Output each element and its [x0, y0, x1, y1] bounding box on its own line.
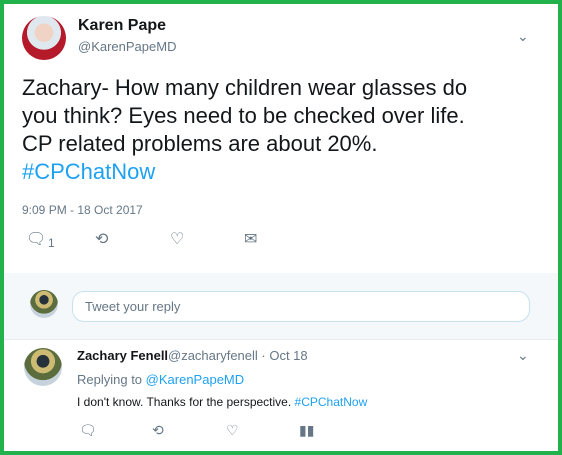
reply-input[interactable]: Tweet your reply: [72, 291, 530, 322]
reply-count: 1: [48, 236, 55, 250]
retweet-icon[interactable]: ⟲: [152, 422, 164, 439]
chevron-down-icon[interactable]: ⌄: [517, 347, 529, 364]
tweet-text-line: you think? Eyes need to be checked over …: [22, 103, 465, 128]
author-avatar[interactable]: [22, 16, 66, 60]
message-icon[interactable]: ✉: [244, 229, 257, 249]
reply-icon[interactable]: 🗨: [26, 229, 46, 249]
tweet-text-line: CP related problems are about 20%.: [22, 131, 378, 156]
reply-author-avatar[interactable]: [24, 348, 62, 386]
reply-body: I don't know. Thanks for the perspective…: [77, 395, 292, 409]
reply-author-name[interactable]: Zachary Fenell: [77, 348, 168, 363]
reply-text: I don't know. Thanks for the perspective…: [77, 395, 367, 409]
tweet-text-line: Zachary- How many children wear glasses …: [22, 75, 468, 100]
like-icon[interactable]: ♡: [170, 229, 184, 249]
chevron-down-icon[interactable]: ⌄: [517, 28, 529, 45]
reply-icon[interactable]: 🗨: [79, 422, 97, 439]
replying-prefix: Replying to: [77, 372, 143, 387]
author-handle[interactable]: @KarenPapeMD: [78, 39, 176, 54]
replying-to: Replying to @KarenPapeMD: [77, 372, 244, 387]
tweet-hashtag-link[interactable]: #CPChatNow: [22, 158, 542, 186]
section-divider: [4, 339, 558, 340]
retweet-icon[interactable]: ⟲: [95, 229, 108, 249]
tweet-timestamp[interactable]: 9:09 PM - 18 Oct 2017: [22, 203, 143, 217]
current-user-avatar[interactable]: [30, 290, 58, 318]
like-icon[interactable]: ♡: [226, 422, 239, 439]
replying-mention[interactable]: @KarenPapeMD: [146, 372, 244, 387]
tweet-text: Zachary- How many children wear glasses …: [22, 74, 542, 186]
reply-hashtag-link[interactable]: #CPChatNow: [295, 395, 368, 409]
analytics-icon[interactable]: ▮▮: [299, 422, 314, 439]
author-name[interactable]: Karen Pape: [78, 17, 166, 35]
reply-author-meta[interactable]: @zacharyfenell · Oct 18: [168, 348, 308, 363]
